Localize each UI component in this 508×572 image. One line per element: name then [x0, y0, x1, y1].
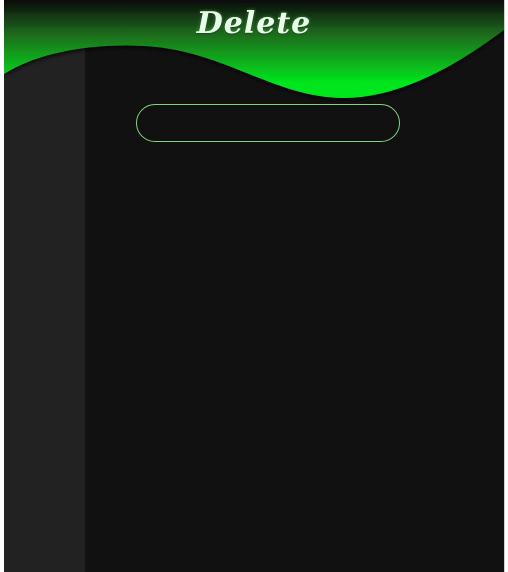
page-title: Delete [196, 6, 312, 41]
search-input[interactable] [136, 104, 400, 142]
app-window: Delete [4, 0, 505, 572]
